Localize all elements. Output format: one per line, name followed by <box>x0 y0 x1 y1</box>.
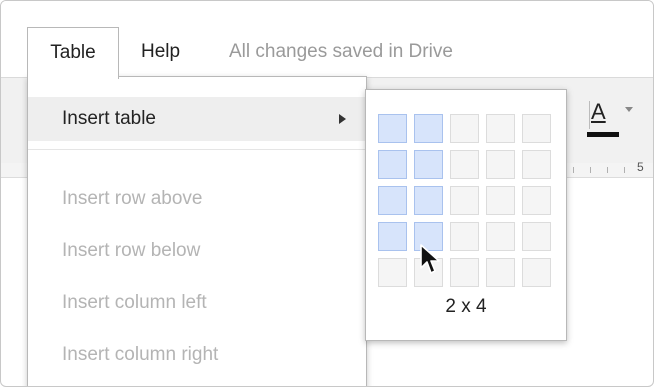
text-color-icon: A <box>591 99 606 124</box>
menu-item-insert-row-above[interactable]: Insert row above <box>28 177 366 221</box>
grid-cell[interactable] <box>486 186 515 215</box>
grid-cell[interactable] <box>378 114 407 143</box>
table-size-label: 2 x 4 <box>445 296 487 317</box>
menu-item-insert-table[interactable]: Insert table <box>28 97 366 141</box>
grid-cell[interactable] <box>414 114 443 143</box>
grid-cell[interactable] <box>450 114 479 143</box>
menu-item-label: Insert row below <box>62 240 201 261</box>
ruler-tick <box>607 167 608 173</box>
menu-help[interactable]: Help <box>141 27 180 77</box>
ruler-number: 5 <box>637 160 644 174</box>
mouse-cursor-icon <box>420 244 440 274</box>
text-color-swatch <box>587 132 619 137</box>
grid-cell[interactable] <box>378 222 407 251</box>
grid-cell[interactable] <box>486 222 515 251</box>
menu-item-label: Insert row above <box>62 188 203 209</box>
table-menu: Insert table Insert row above Insert row… <box>27 76 367 386</box>
table-size-picker: 2 x 4 <box>365 89 567 341</box>
grid-cell[interactable] <box>522 186 551 215</box>
grid-cell[interactable] <box>450 150 479 179</box>
grid-cell[interactable] <box>378 150 407 179</box>
ruler-tick <box>590 167 591 173</box>
grid-cell[interactable] <box>522 258 551 287</box>
grid-cell[interactable] <box>486 114 515 143</box>
grid-cell[interactable] <box>522 222 551 251</box>
menubar: Table Help All changes saved in Drive <box>1 1 653 79</box>
grid-cell[interactable] <box>450 186 479 215</box>
text-color-button[interactable]: A <box>587 95 633 143</box>
menu-item-label: Insert column right <box>62 344 219 365</box>
grid-cell[interactable] <box>522 114 551 143</box>
menu-table[interactable]: Table <box>27 27 119 79</box>
grid-cell[interactable] <box>450 222 479 251</box>
submenu-arrow-icon <box>339 114 346 124</box>
grid-cell[interactable] <box>486 150 515 179</box>
docs-window: Table Help All changes saved in Drive A … <box>0 0 654 387</box>
grid-cell[interactable] <box>450 258 479 287</box>
menu-item-label: Insert table <box>62 108 156 129</box>
ruler-tick <box>573 167 574 173</box>
menu-item-label: Insert column left <box>62 292 207 313</box>
ruler-tick <box>624 167 625 173</box>
menu-item-insert-column-right[interactable]: Insert column right <box>28 333 366 377</box>
menu-item-insert-row-below[interactable]: Insert row below <box>28 229 366 273</box>
grid-cell[interactable] <box>414 186 443 215</box>
grid-cell[interactable] <box>378 258 407 287</box>
menu-item-insert-column-left[interactable]: Insert column left <box>28 281 366 325</box>
grid-cell[interactable] <box>486 258 515 287</box>
grid-cell[interactable] <box>414 150 443 179</box>
chevron-down-icon <box>625 107 633 112</box>
menu-divider <box>28 149 366 150</box>
save-status: All changes saved in Drive <box>229 41 453 62</box>
grid-cell[interactable] <box>522 150 551 179</box>
grid-cell[interactable] <box>378 186 407 215</box>
